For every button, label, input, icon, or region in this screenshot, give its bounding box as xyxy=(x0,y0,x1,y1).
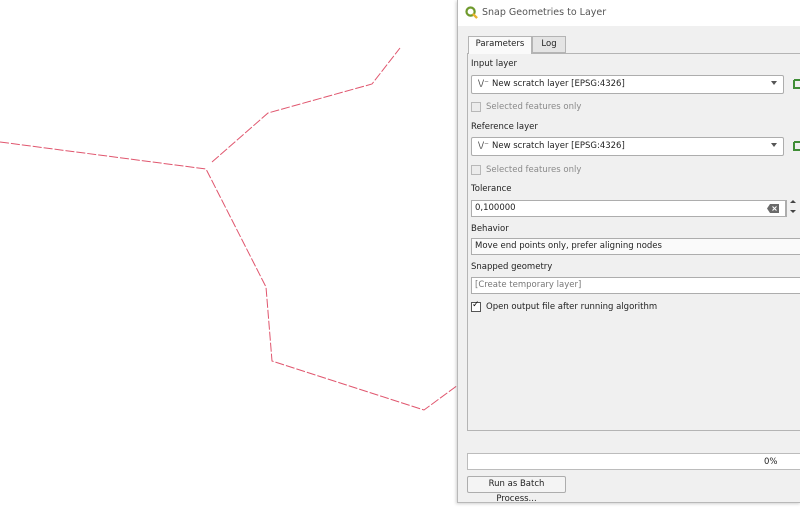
map-canvas-svg xyxy=(0,47,458,411)
run-as-batch-button[interactable]: Run as Batch Process... xyxy=(467,476,566,504)
line-feature-2 xyxy=(211,47,401,163)
dialog-title: Snap Geometries to Layer xyxy=(482,7,607,18)
snapped-geometry-output[interactable]: [Create temporary layer] xyxy=(471,277,800,294)
progress-percent: 0% xyxy=(764,457,778,467)
open-output-label: Open output file after running algorithm xyxy=(486,302,658,312)
reference-layer-combo[interactable]: \/⁻ New scratch layer [EPSG:4326] xyxy=(471,137,784,156)
input-layer-combo[interactable]: \/⁻ New scratch layer [EPSG:4326] xyxy=(471,75,784,94)
tab-parameters[interactable]: Parameters xyxy=(468,36,532,54)
qgis-logo-icon xyxy=(465,6,478,19)
spin-up-icon[interactable] xyxy=(790,200,796,203)
chevron-down-icon xyxy=(771,143,777,147)
tolerance-label: Tolerance xyxy=(471,184,512,194)
snapped-geometry-label: Snapped geometry xyxy=(471,262,553,272)
open-output-checkbox[interactable] xyxy=(471,300,481,312)
input-selected-only-label: Selected features only xyxy=(486,102,582,112)
behavior-select[interactable]: Move end points only, prefer aligning no… xyxy=(471,238,800,255)
iterate-icon[interactable] xyxy=(792,77,800,91)
tab-log[interactable]: Log xyxy=(532,36,566,53)
progress-bar: 0% xyxy=(467,453,800,470)
iterate-icon[interactable] xyxy=(792,139,800,153)
input-layer-value: New scratch layer [EPSG:4326] xyxy=(492,79,625,89)
spin-down-icon[interactable] xyxy=(790,210,796,213)
line-feature-1 xyxy=(0,141,458,411)
map-canvas[interactable] xyxy=(0,0,458,511)
line-layer-icon: \/⁻ xyxy=(478,141,489,151)
tolerance-input[interactable]: 0,100000 xyxy=(471,200,786,217)
input-layer-label: Input layer xyxy=(471,59,518,69)
line-layer-icon: \/⁻ xyxy=(478,79,489,89)
reference-layer-label: Reference layer xyxy=(471,122,538,132)
reference-selected-only-checkbox[interactable] xyxy=(471,165,481,175)
behavior-label: Behavior xyxy=(471,224,509,234)
snap-geometries-dialog: Snap Geometries to Layer Parameters Log … xyxy=(457,0,800,504)
input-selected-only-checkbox[interactable] xyxy=(471,102,481,112)
dialog-titlebar[interactable]: Snap Geometries to Layer xyxy=(458,0,800,26)
reference-layer-value: New scratch layer [EPSG:4326] xyxy=(492,141,625,151)
reference-selected-only-label: Selected features only xyxy=(486,165,582,175)
chevron-down-icon xyxy=(771,81,777,85)
clear-icon[interactable] xyxy=(767,204,779,213)
